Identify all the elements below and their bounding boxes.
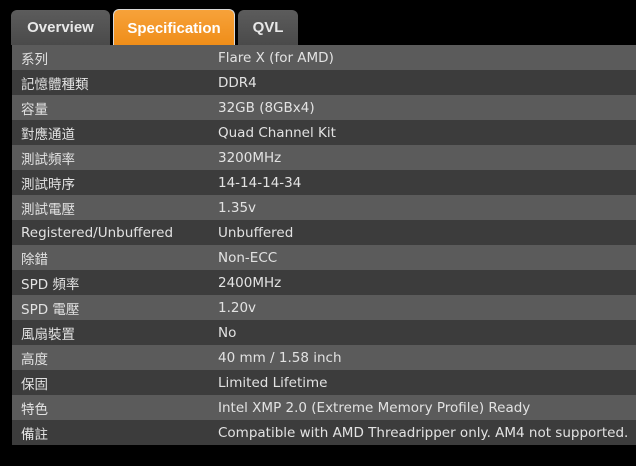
spec-label: 測試頻率 [12,145,208,170]
spec-label: 容量 [12,95,208,120]
spec-label: Registered/Unbuffered [12,220,208,245]
table-row: 測試頻率 3200MHz [12,145,636,170]
spec-label: 特色 [12,395,208,420]
spec-value: Limited Lifetime [208,370,636,395]
spec-value: 1.35v [208,195,636,220]
table-row: 測試時序 14-14-14-34 [12,170,636,195]
spec-label: 除錯 [12,245,208,270]
spec-value-text: Compatible with AMD Threadripper only. A… [218,424,629,441]
spec-value-highlighted: Intel XMP 2.0 (Extreme Memory Profile) R… [208,395,636,420]
table-row: 記憶體種類 DDR4 [12,70,636,95]
spec-value: Non-ECC [208,245,636,270]
spec-value: No [208,320,636,345]
spec-label: 高度 [12,345,208,370]
table-row: 特色 Intel XMP 2.0 (Extreme Memory Profile… [12,395,636,420]
table-row: 除錯 Non-ECC [12,245,636,270]
spec-value: 1.20v [208,295,636,320]
tab-qvl[interactable]: QVL [238,10,298,45]
spec-value: 3200MHz [208,145,636,170]
spec-label: 記憶體種類 [12,70,208,95]
table-row: 高度 40 mm / 1.58 inch [12,345,636,370]
spec-value: 2400MHz [208,270,636,295]
table-row: SPD 頻率 2400MHz [12,270,636,295]
spec-value-highlighted: Compatible with AMD Threadripper only. A… [208,420,636,445]
spec-value: 32GB (8GBx4) [208,95,636,120]
spec-value: 40 mm / 1.58 inch [208,345,636,370]
tab-specification[interactable]: Specification [113,9,235,46]
spec-label: SPD 電壓 [12,295,208,320]
table-row: 對應通道 Quad Channel Kit [12,120,636,145]
table-row: 備註 Compatible with AMD Threadripper only… [12,420,636,445]
spec-value: DDR4 [208,70,636,95]
table-row: 系列 Flare X (for AMD) [12,45,636,70]
specification-table: 系列 Flare X (for AMD) 記憶體種類 DDR4 容量 32GB … [12,45,636,445]
table-row: 風扇裝置 No [12,320,636,345]
spec-label: 測試時序 [12,170,208,195]
spec-label: 對應通道 [12,120,208,145]
spec-label: 測試電壓 [12,195,208,220]
spec-value: Quad Channel Kit [208,120,636,145]
spec-value-text: Intel XMP 2.0 (Extreme Memory Profile) R… [218,399,531,416]
table-row: 保固 Limited Lifetime [12,370,636,395]
table-row: 測試電壓 1.35v [12,195,636,220]
tab-overview[interactable]: Overview [11,10,110,45]
tab-bar: Overview Specification QVL [0,0,636,46]
spec-value: 14-14-14-34 [208,170,636,195]
spec-label: SPD 頻率 [12,270,208,295]
spec-label: 風扇裝置 [12,320,208,345]
spec-value: Unbuffered [208,220,636,245]
table-row: Registered/Unbuffered Unbuffered [12,220,636,245]
spec-label: 保固 [12,370,208,395]
spec-label: 備註 [12,420,208,445]
table-row: SPD 電壓 1.20v [12,295,636,320]
spec-value: Flare X (for AMD) [208,45,636,70]
table-row: 容量 32GB (8GBx4) [12,95,636,120]
spec-label: 系列 [12,45,208,70]
